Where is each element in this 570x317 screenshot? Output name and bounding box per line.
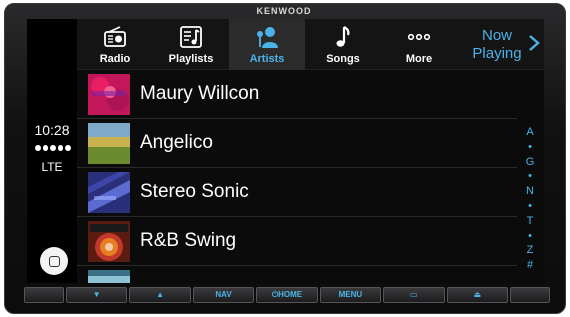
tab-artists[interactable]: Artists — [229, 19, 305, 70]
hw-button-screen[interactable]: ▭ — [383, 287, 445, 303]
tab-label: Songs — [326, 53, 360, 65]
album-art-thumbnail — [88, 270, 130, 283]
tab-playlists[interactable]: Playlists — [153, 19, 229, 70]
list-item[interactable]: Stereo Sonic — [77, 168, 517, 217]
hw-button-right[interactable] — [509, 287, 550, 303]
artist-name: Angelico — [140, 132, 213, 153]
artist-list: Maury Willcon Angelico Stereo Sonic R&B … — [77, 70, 544, 283]
hw-button-nav[interactable]: NAV — [192, 287, 255, 303]
more-dots-icon — [407, 33, 431, 41]
index-letter[interactable]: Z — [522, 243, 538, 258]
status-column: 10:28 LTE — [27, 19, 77, 283]
index-dot[interactable]: • — [522, 229, 538, 244]
index-letter[interactable]: N — [522, 184, 538, 199]
artist-name: R&B Swing — [140, 230, 237, 251]
list-item-partial[interactable] — [77, 266, 517, 283]
album-art-thumbnail — [88, 172, 130, 213]
hw-button-eject[interactable]: ⏏ — [446, 287, 508, 303]
hw-button-home[interactable]: ⏻HOME — [256, 287, 318, 303]
album-art-thumbnail — [88, 221, 130, 262]
hw-button-menu[interactable]: MENU — [319, 287, 382, 303]
brand-logo: KENWOOD — [256, 6, 312, 16]
hw-button-down[interactable]: ▼ — [66, 287, 128, 303]
tab-songs[interactable]: Songs — [305, 19, 381, 70]
hardware-button-bar: ▼ ▲ NAV ⏻HOME MENU ▭ ⏏ — [24, 287, 550, 303]
tab-label: Artists — [249, 53, 285, 65]
list-item[interactable]: Angelico — [77, 119, 517, 168]
home-square-icon — [48, 255, 60, 267]
list-item[interactable]: Maury Willcon — [77, 70, 517, 119]
playlist-icon — [180, 26, 202, 48]
album-art-thumbnail — [88, 123, 130, 164]
now-playing-label: Now Playing — [472, 27, 522, 62]
index-letter[interactable]: # — [522, 258, 538, 273]
hw-button-up[interactable]: ▲ — [129, 287, 191, 303]
carplay-screen: 10:28 LTE Radio Playlists Artists Songs … — [27, 19, 544, 283]
index-dot[interactable]: • — [522, 140, 538, 155]
artist-icon — [257, 27, 278, 48]
artist-name: Stereo Sonic — [140, 181, 249, 202]
index-dot[interactable]: • — [522, 199, 538, 214]
tab-label: Playlists — [168, 53, 214, 65]
network-type: LTE — [41, 160, 63, 174]
tab-radio[interactable]: Radio — [77, 19, 153, 70]
clock: 10:28 — [34, 122, 70, 138]
tab-more[interactable]: More — [381, 19, 457, 70]
artist-name: Maury Willcon — [140, 83, 260, 104]
index-letter[interactable]: A — [522, 125, 538, 140]
chevron-right-icon — [529, 35, 540, 51]
carplay-home-button[interactable] — [40, 247, 68, 275]
list-item[interactable]: R&B Swing — [77, 217, 517, 266]
radio-icon — [104, 26, 126, 47]
tab-label: Radio — [99, 53, 131, 65]
now-playing-button[interactable]: Now Playing — [457, 19, 544, 70]
hw-button-left[interactable] — [24, 287, 64, 303]
alphabet-index-scrubber[interactable]: A • G • N • T • Z # — [522, 125, 538, 273]
album-art-thumbnail — [88, 74, 130, 115]
index-letter[interactable]: G — [522, 155, 538, 170]
tab-label: More — [405, 53, 433, 65]
signal-strength-icon — [35, 145, 71, 153]
tab-bar: Radio Playlists Artists Songs More Now P… — [77, 19, 544, 70]
music-note-icon — [336, 26, 350, 47]
index-letter[interactable]: T — [522, 214, 538, 229]
index-dot[interactable]: • — [522, 169, 538, 184]
